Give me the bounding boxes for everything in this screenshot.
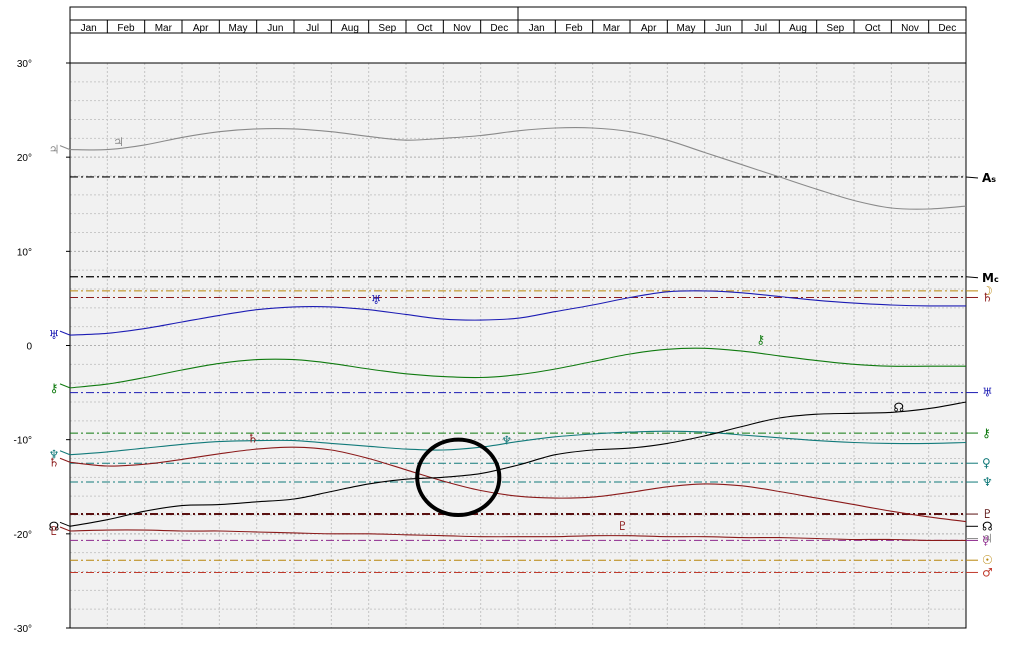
series-glyph: ♅ [371, 293, 382, 307]
timeline-header: 2013 2014 [69, 6, 967, 63]
left-connector [59, 330, 71, 336]
y-tick-label: -30° [14, 624, 32, 635]
month-label: Jun [267, 23, 283, 34]
month-label: Mar [155, 23, 173, 34]
month-label: May [229, 23, 248, 34]
y-tick-label: 20° [17, 153, 32, 164]
left-connector [59, 145, 71, 151]
month-label: Apr [641, 23, 657, 34]
right-glyph: As [982, 171, 996, 185]
right-glyph-sub: c [994, 275, 999, 284]
declination-chart: 2013 2014 Jan Feb Mar Apr May Jun Jul Aug Sep Oct… [14, 6, 999, 635]
left-glyph: ⚷ [50, 381, 59, 395]
right-glyph: ♆ [982, 475, 993, 489]
left-glyph: ♄ [49, 455, 60, 469]
month-label: Jul [754, 23, 767, 34]
y-tick-label: 30° [17, 59, 32, 70]
left-connector [59, 450, 71, 456]
right-connector [965, 276, 979, 279]
month-label: Apr [193, 23, 209, 34]
month-label: Sep [378, 23, 396, 34]
series-glyph: ♇ [617, 519, 628, 533]
month-label: Nov [453, 23, 471, 34]
y-tick-label: 10° [17, 247, 32, 258]
month-label: Mar [603, 23, 621, 34]
right-glyph: ☿ [982, 533, 989, 547]
left-connector [59, 457, 71, 463]
month-label: Nov [901, 23, 919, 34]
month-label: Feb [117, 23, 135, 34]
month-label: May [677, 23, 696, 34]
left-connector [59, 383, 71, 389]
month-label: Sep [826, 23, 844, 34]
series-glyph: ♆ [501, 433, 512, 447]
right-glyph: ♄ [982, 290, 993, 304]
left-connector [59, 526, 71, 532]
right-glyph: ⚷ [982, 426, 991, 440]
month-label: Aug [789, 23, 807, 34]
y-tick-label: -10° [14, 436, 32, 447]
y-tick-labels: 30° 20° 10° 0 -10° -20° -30° [14, 59, 70, 635]
right-glyph-sub: s [991, 175, 996, 184]
month-label: Jul [306, 23, 319, 34]
left-glyph: ♃ [49, 143, 60, 157]
month-label: Dec [938, 23, 956, 34]
y-tick-label: 0 [26, 342, 32, 353]
right-glyph: Mc [982, 271, 999, 285]
left-glyph: ♅ [49, 328, 60, 342]
left-glyph: ♇ [49, 524, 60, 538]
month-label: Jan [529, 23, 545, 34]
left-start-glyphs: ♃♅⚷♆♄☊♇ [49, 143, 71, 538]
right-glyph: ♅ [982, 386, 993, 400]
series-glyph: ♃ [113, 135, 124, 149]
series-glyph: ☊ [893, 400, 904, 414]
right-natal-glyphs: AsMc☽♄♅⚷♀♆♇☊♃☿☉♂ [965, 171, 999, 579]
right-glyph: ♀ [982, 456, 991, 470]
month-label: Oct [417, 23, 433, 34]
y-tick-label: -20° [14, 530, 32, 541]
series-glyph: ⚷ [756, 333, 765, 347]
right-connector [965, 176, 979, 179]
series-glyph: ♄ [248, 431, 259, 445]
month-label: Oct [865, 23, 881, 34]
month-label: Jan [81, 23, 97, 34]
right-glyph: ♂ [982, 565, 993, 579]
left-connector [59, 521, 71, 527]
month-label: Aug [341, 23, 359, 34]
month-label: Jun [715, 23, 731, 34]
month-label: Feb [565, 23, 583, 34]
month-label: Dec [490, 23, 508, 34]
